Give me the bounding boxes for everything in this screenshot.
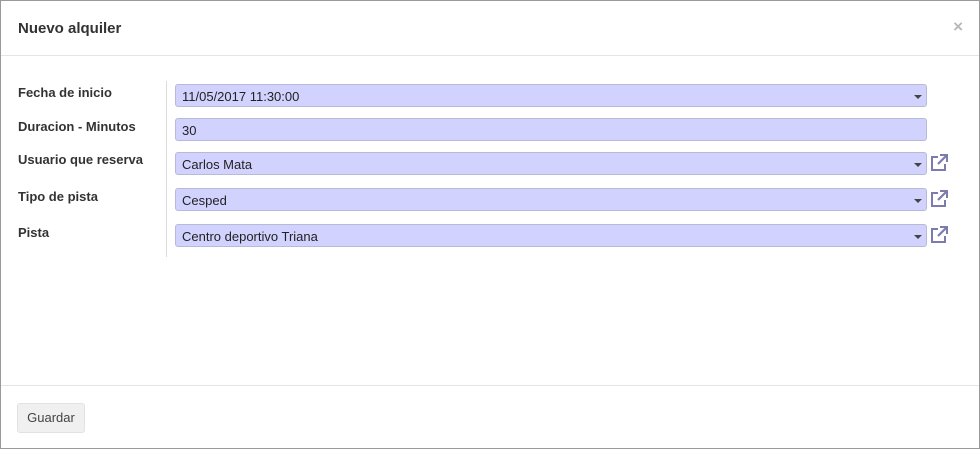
- chevron-down-icon[interactable]: [914, 95, 922, 99]
- duration-value: 30: [182, 123, 197, 138]
- court-select[interactable]: Centro deportivo Triana: [175, 224, 927, 247]
- chevron-down-icon[interactable]: [914, 163, 922, 167]
- dialog-footer: Guardar: [1, 385, 979, 449]
- form-divider: [166, 81, 167, 257]
- dialog-header: Nuevo alquiler ×: [1, 1, 979, 56]
- chevron-down-icon[interactable]: [914, 199, 922, 203]
- dialog-title: Nuevo alquiler: [18, 20, 122, 37]
- external-link-icon[interactable]: [929, 189, 949, 209]
- duration-label: Duracion - Minutos: [18, 119, 136, 134]
- court-value: Centro deportivo Triana: [182, 229, 318, 244]
- court-type-value: Cesped: [182, 193, 227, 208]
- court-type-select[interactable]: Cesped: [175, 188, 927, 211]
- new-rental-dialog: Nuevo alquiler × Fecha de inicio 11/05/2…: [0, 0, 980, 449]
- user-value: Carlos Mata: [182, 157, 253, 172]
- duration-field[interactable]: 30: [175, 118, 927, 141]
- close-icon[interactable]: ×: [953, 18, 963, 35]
- start-date-field[interactable]: 11/05/2017 11:30:00: [175, 84, 927, 107]
- chevron-down-icon[interactable]: [914, 235, 922, 239]
- court-type-label: Tipo de pista: [18, 189, 98, 204]
- external-link-icon[interactable]: [929, 153, 949, 173]
- user-select[interactable]: Carlos Mata: [175, 152, 927, 175]
- user-label: Usuario que reserva: [18, 152, 144, 167]
- start-date-label: Fecha de inicio: [18, 85, 112, 100]
- save-button[interactable]: Guardar: [17, 403, 85, 433]
- external-link-icon[interactable]: [929, 225, 949, 245]
- start-date-value: 11/05/2017 11:30:00: [182, 89, 300, 104]
- court-label: Pista: [18, 225, 50, 240]
